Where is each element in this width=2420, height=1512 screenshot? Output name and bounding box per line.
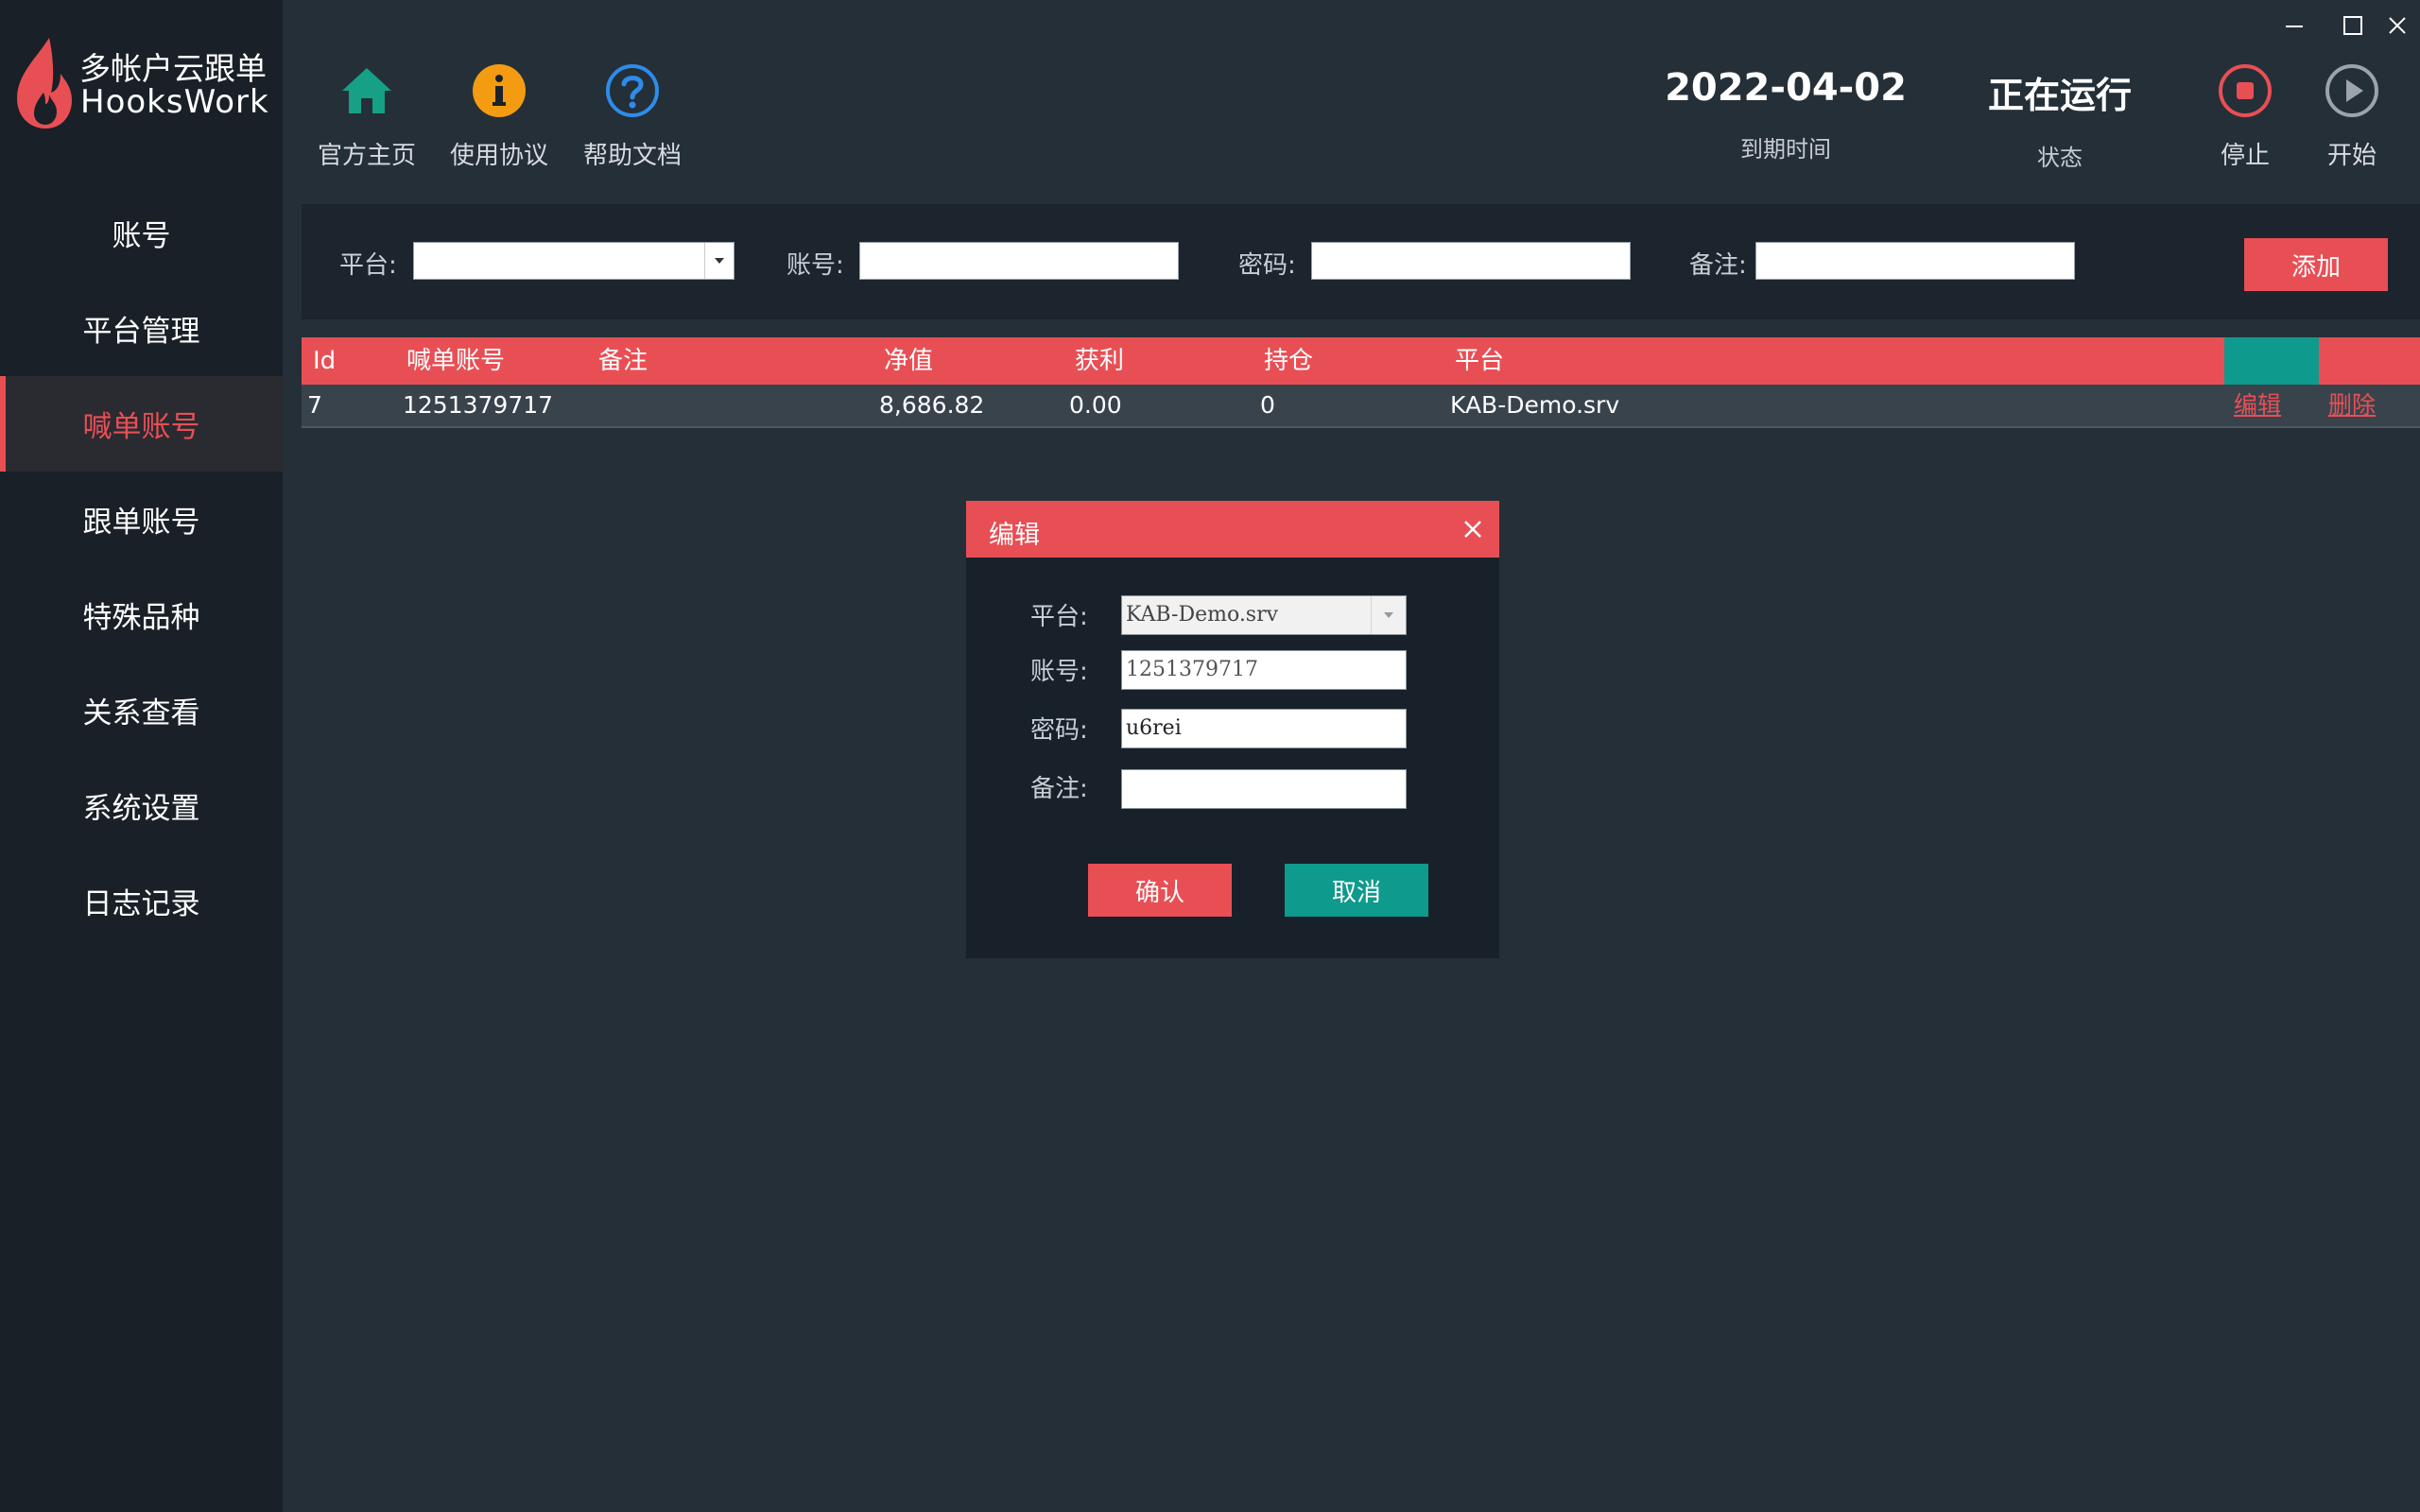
dialog-header: 编辑 <box>966 501 1499 558</box>
password-label: 密码: <box>1238 251 1296 280</box>
table-row[interactable]: 7 1251379717 8,686.82 0.00 0 KAB-Demo.sr… <box>302 385 2420 428</box>
home-button[interactable]: 官方主页 <box>305 62 428 171</box>
sidebar-item-follower-accounts[interactable]: 跟单账号 <box>0 472 283 567</box>
minimize-button[interactable] <box>2272 6 2317 45</box>
stop-button[interactable]: 停止 <box>2203 62 2288 171</box>
sidebar-item-label: 日志记录 <box>82 887 200 921</box>
delete-link[interactable]: 删除 <box>2328 385 2376 426</box>
sidebar-item-label: 平台管理 <box>82 315 200 349</box>
cell-account: 1251379717 <box>403 391 554 419</box>
sidebar-item-label: 关系查看 <box>82 696 200 730</box>
password-input[interactable] <box>1311 242 1631 280</box>
column-header-profit: 获利 <box>1075 347 1125 375</box>
help-button[interactable]: 帮助文档 <box>571 62 694 171</box>
account-input[interactable] <box>859 242 1179 280</box>
account-label: 账号: <box>786 251 844 280</box>
cell-profit: 0.00 <box>1069 391 1122 419</box>
sidebar-item-relationships[interactable]: 关系查看 <box>0 662 283 758</box>
status-caption: 状态 <box>2037 145 2083 171</box>
add-button[interactable]: 添加 <box>2244 238 2388 291</box>
column-header-platform: 平台 <box>1455 347 1505 375</box>
dialog-account-label: 账号: <box>1030 658 1088 686</box>
top-toolbar: 官方主页 使用协议 帮助文档 2022-04-02 到期时间 正在运行 状态 停… <box>283 0 2420 185</box>
sidebar-item-logs[interactable]: 日志记录 <box>0 853 283 949</box>
dialog-platform-label: 平台: <box>1030 603 1088 631</box>
expiry-info: 2022-04-02 到期时间 <box>1634 66 1937 163</box>
minimize-icon <box>2286 26 2303 27</box>
info-icon <box>473 64 526 117</box>
sidebar-item-system-settings[interactable]: 系统设置 <box>0 758 283 853</box>
sidebar-item-label: 特殊品种 <box>82 601 200 635</box>
run-status: 正在运行 状态 <box>1946 66 2173 172</box>
dialog-account-input[interactable]: 1251379717 <box>1121 650 1407 690</box>
sidebar-item-special-symbols[interactable]: 特殊品种 <box>0 567 283 662</box>
note-label: 备注: <box>1689 251 1747 280</box>
column-header-id: Id <box>313 347 337 375</box>
play-icon <box>2325 64 2378 117</box>
sidebar-item-label: 跟单账号 <box>82 506 200 540</box>
sidebar-item-label: 喊单账号 <box>82 410 200 444</box>
app-name-cn: 多帐户云跟单 <box>79 50 267 87</box>
dialog-password-input[interactable]: u6rei <box>1121 709 1407 748</box>
help-label: 帮助文档 <box>582 142 682 170</box>
stop-icon <box>2219 64 2272 117</box>
confirm-button[interactable]: 确认 <box>1088 864 1232 917</box>
dialog-platform-select[interactable]: KAB-Demo.srv <box>1121 595 1407 635</box>
start-label: 开始 <box>2326 142 2377 170</box>
add-account-form: 平台: 账号: 密码: 备注: 添加 <box>302 204 2420 319</box>
cell-platform: KAB-Demo.srv <box>1450 391 1620 419</box>
platform-select[interactable] <box>413 242 735 280</box>
sidebar-item-platform-management[interactable]: 平台管理 <box>0 281 283 376</box>
dialog-close-icon[interactable] <box>1456 512 1490 546</box>
expiry-caption: 到期时间 <box>1740 136 1831 163</box>
start-button[interactable]: 开始 <box>2309 62 2394 171</box>
sidebar: 多帐户云跟单 HooksWork 账号 平台管理 喊单账号 跟单账号 特殊品种 … <box>0 0 283 1512</box>
column-header-note: 备注 <box>598 347 648 375</box>
home-icon <box>342 68 391 113</box>
sidebar-item-label: 账号 <box>112 219 171 253</box>
column-header-equity: 净值 <box>884 347 934 375</box>
window-close-button[interactable] <box>2375 6 2420 45</box>
edit-dialog: 编辑 平台: KAB-Demo.srv 账号: 1251379717 密码: u… <box>966 501 1499 958</box>
sidebar-item-account[interactable]: 账号 <box>0 185 283 281</box>
chevron-down-icon[interactable] <box>1371 596 1406 634</box>
cancel-button[interactable]: 取消 <box>1285 864 1428 917</box>
sidebar-item-label: 系统设置 <box>82 792 200 826</box>
home-label: 官方主页 <box>317 142 416 170</box>
status-value: 正在运行 <box>1987 75 2132 116</box>
dialog-title: 编辑 <box>989 521 1040 550</box>
cell-positions: 0 <box>1260 391 1275 419</box>
dialog-password-label: 密码: <box>1030 716 1088 745</box>
sidebar-item-signal-accounts[interactable]: 喊单账号 <box>0 376 283 472</box>
dialog-platform-value: KAB-Demo.srv <box>1126 603 1279 627</box>
stop-label: 停止 <box>2220 142 2270 170</box>
cell-id: 7 <box>307 391 322 419</box>
dialog-note-label: 备注: <box>1030 775 1088 803</box>
flame-logo-icon <box>17 38 72 129</box>
expiry-date: 2022-04-02 <box>1665 66 1907 110</box>
dialog-note-input[interactable] <box>1121 769 1407 809</box>
sidebar-nav: 账号 平台管理 喊单账号 跟单账号 特殊品种 关系查看 系统设置 日志记录 <box>0 185 283 949</box>
signal-accounts-table: Id 喊单账号 备注 净值 获利 持仓 平台 7 1251379717 8,68… <box>302 337 2420 428</box>
cell-equity: 8,686.82 <box>879 391 985 419</box>
maximize-icon <box>2343 16 2362 35</box>
close-icon <box>2389 17 2406 34</box>
chevron-down-icon[interactable] <box>704 243 734 279</box>
note-input[interactable] <box>1755 242 2075 280</box>
edit-link[interactable]: 编辑 <box>2234 385 2281 426</box>
question-icon <box>606 64 659 117</box>
app-name-en: HooksWork <box>80 83 269 121</box>
agreement-label: 使用协议 <box>449 142 548 170</box>
maximize-button[interactable] <box>2330 6 2376 45</box>
platform-label: 平台: <box>339 251 397 280</box>
app-logo: 多帐户云跟单 HooksWork <box>11 36 285 140</box>
table-header: Id 喊单账号 备注 净值 获利 持仓 平台 <box>302 337 2420 385</box>
column-header-positions: 持仓 <box>1264 347 1314 375</box>
column-header-account: 喊单账号 <box>406 347 506 375</box>
agreement-button[interactable]: 使用协议 <box>438 62 561 171</box>
column-header-edit <box>2224 337 2319 385</box>
